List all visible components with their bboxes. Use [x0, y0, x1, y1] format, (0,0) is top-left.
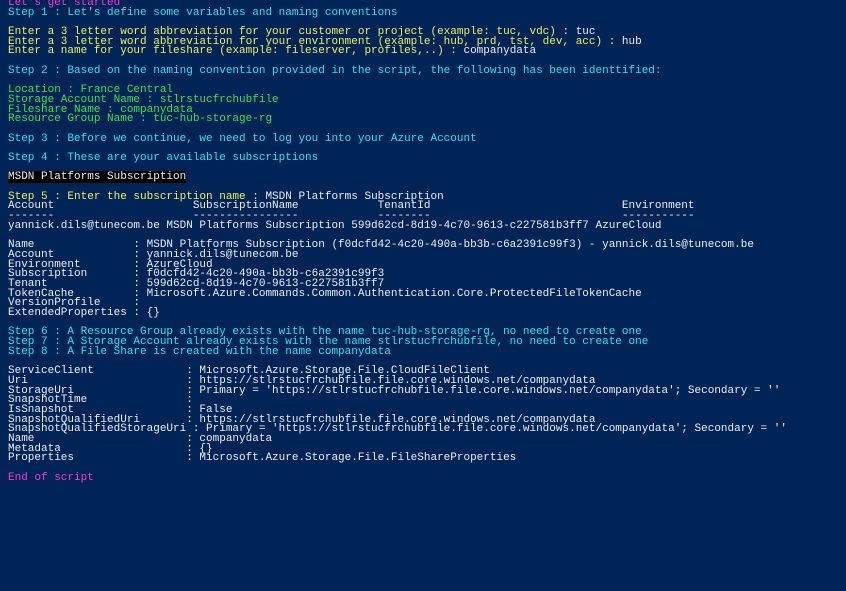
console-text: Step 1 : Let's define some variables and…: [8, 6, 398, 19]
console-text: End of script: [8, 471, 94, 484]
console-text: ExtendedProperties : {}: [8, 307, 160, 319]
console-text: Step 4 : These are your available subscr…: [8, 152, 319, 164]
console-text: yannick.dils@tunecom.be MSDN Platforms S…: [8, 219, 662, 232]
console-text: Step 3 : Before we continue, we need to …: [8, 132, 477, 145]
console-text: MSDN Platforms Subscription: [8, 171, 187, 184]
console-text: Step 8 : A File Share is created with th…: [8, 345, 391, 358]
console-text: Properties : Microsoft.Azure.Storage.Fil…: [8, 452, 517, 465]
console-line: End of script: [8, 471, 846, 485]
console-text: Resource Group Name : tuc-hub-storage-rg: [8, 113, 273, 126]
console-text: hub: [621, 35, 642, 48]
console-text: companydata: [463, 45, 537, 58]
console-text: Step 2 : Based on the naming convention …: [8, 64, 662, 77]
powershell-console[interactable]: Let's get started Step 1 : Let's define s…: [0, 0, 846, 591]
console-text: Enter a name for your fileshare (example…: [8, 45, 464, 58]
